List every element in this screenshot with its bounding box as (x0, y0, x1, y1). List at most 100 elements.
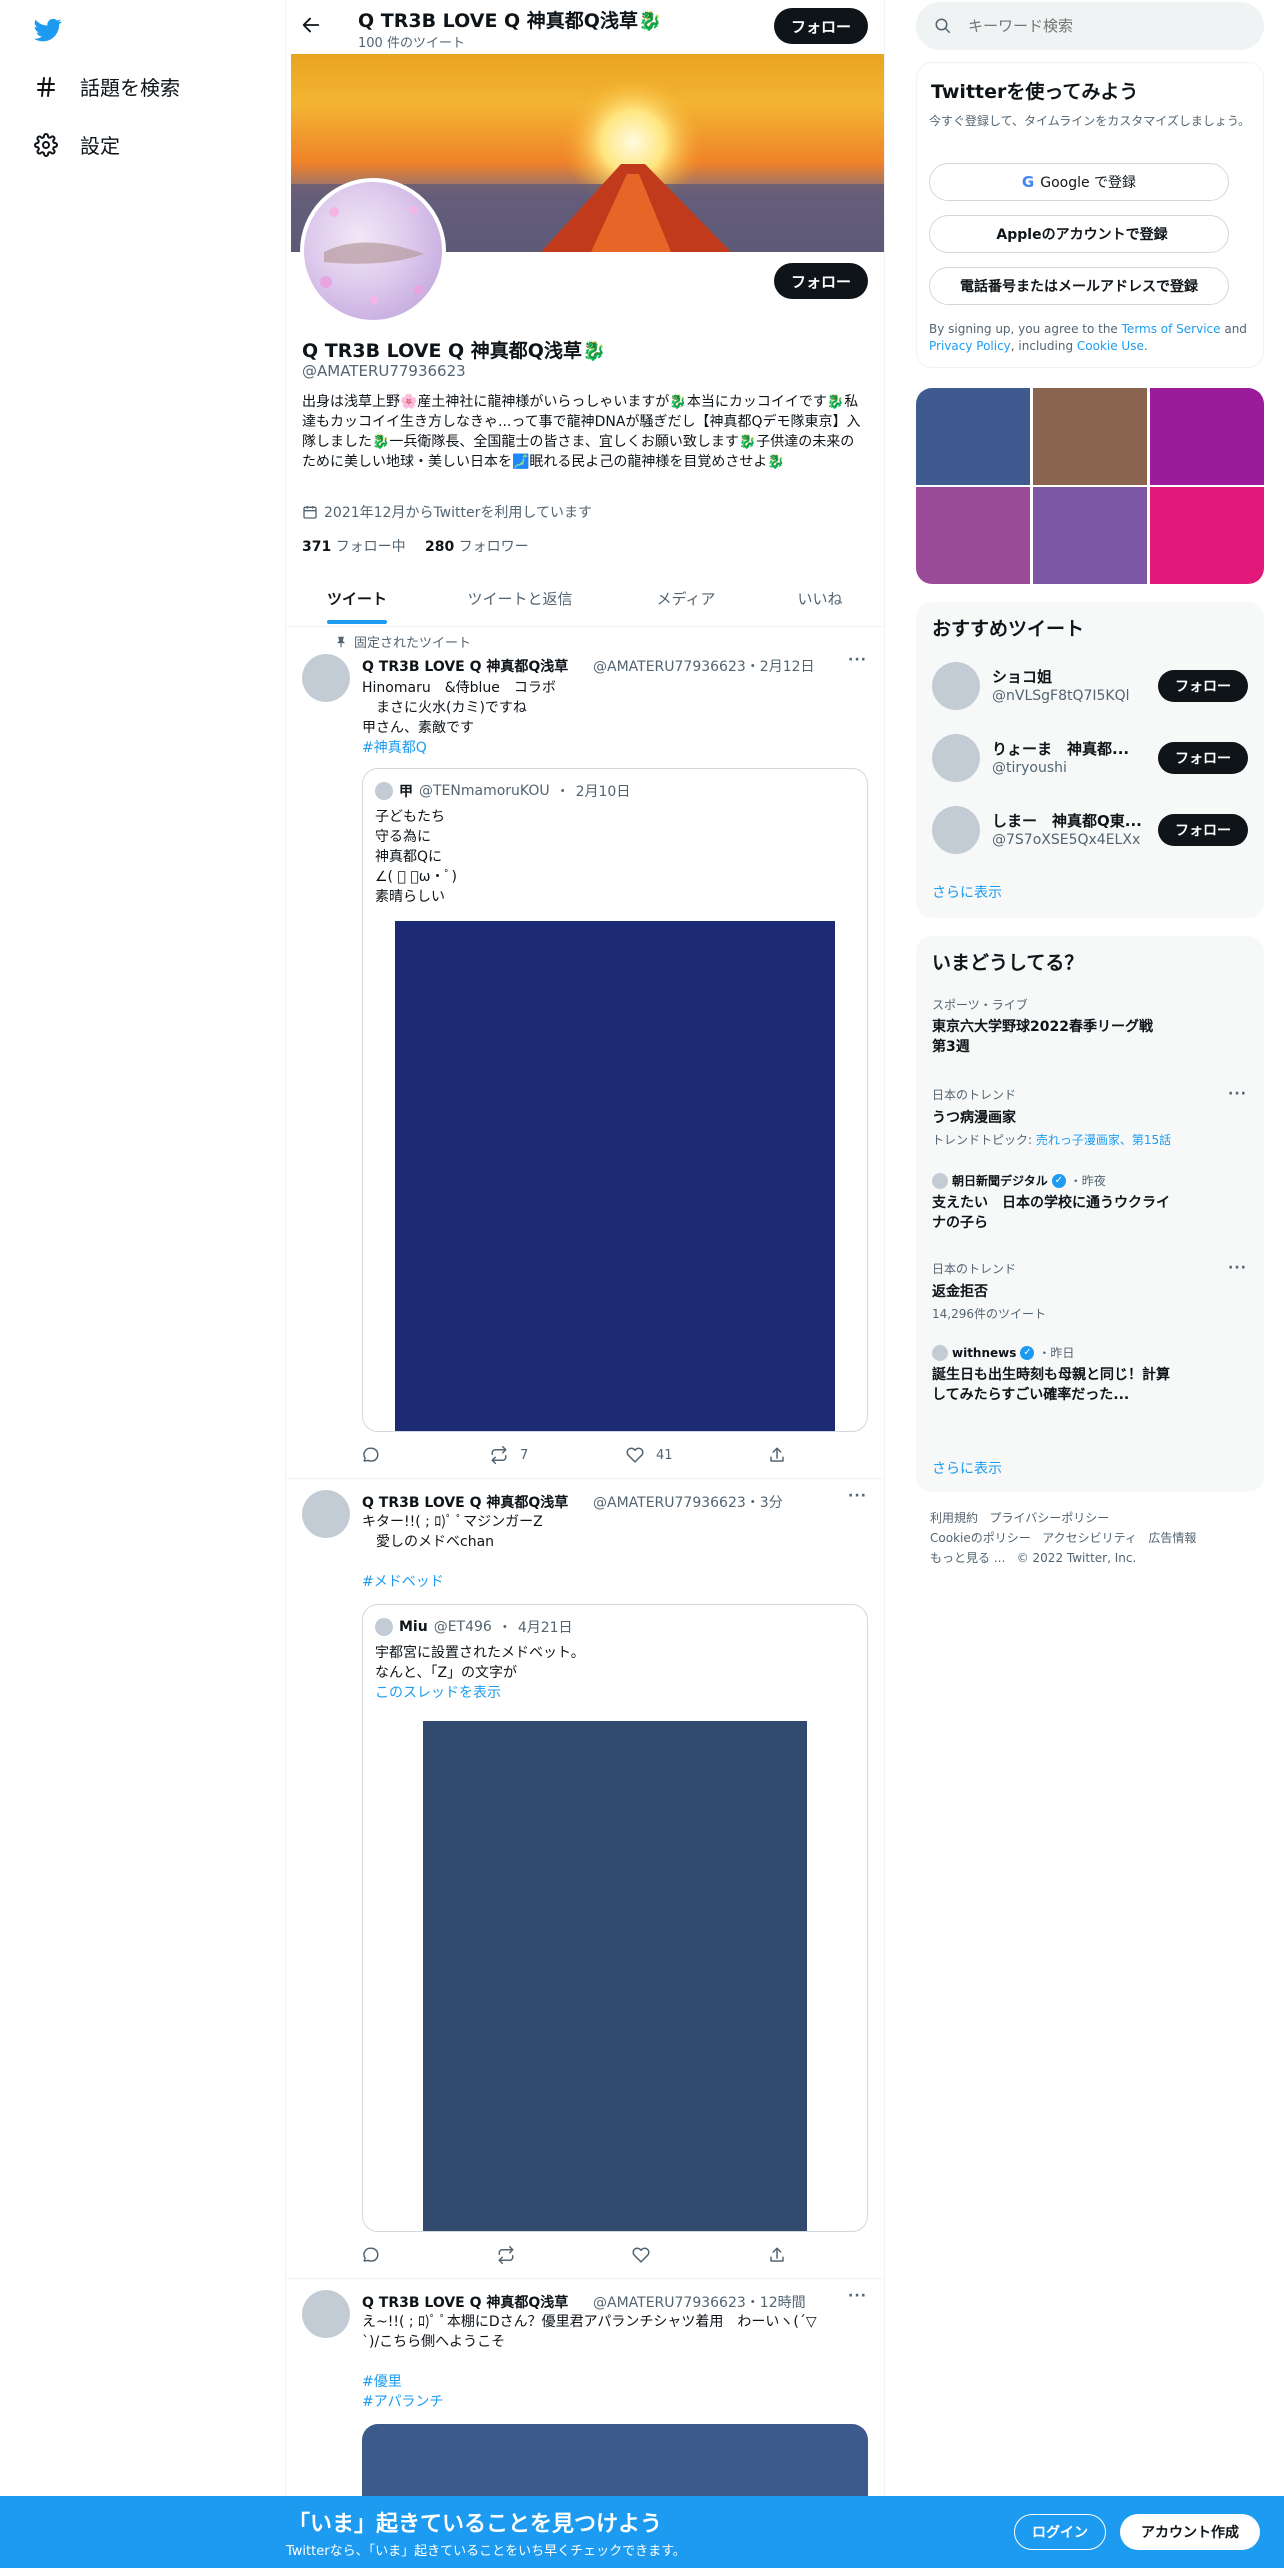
tweet-author-name[interactable]: Q TR3B LOVE Q 神真都Q浅草 (362, 2292, 568, 2312)
user-handle: @7S7oXSE5Qx4ELXx (992, 832, 1141, 848)
tweet-handle[interactable]: @AMATERU77936623 (593, 1495, 746, 1511)
reply-button[interactable] (362, 2246, 380, 2264)
terms-link[interactable]: Terms of Service (1122, 322, 1221, 336)
user-name[interactable]: りょーま 神真都... (992, 738, 1129, 759)
profile-following[interactable]: 371 フォロー中 (302, 536, 406, 556)
nav-explore-label: 話題を検索 (80, 76, 180, 100)
nav-settings[interactable]: 設定 (34, 130, 120, 159)
trend-more-icon[interactable]: ··· (1228, 1086, 1247, 1102)
trend-item[interactable]: スポーツ・ライブ 東京六大学野球2022春季リーグ戦 第3週 (932, 996, 1242, 1057)
create-account-button[interactable]: アカウント作成 (1120, 2514, 1260, 2550)
footer-link-accessibility[interactable]: アクセシビリティ (1042, 1531, 1137, 1545)
tweet-time[interactable]: 3分 (760, 1495, 783, 1511)
tweet-divider (286, 2278, 884, 2279)
reply-button[interactable] (362, 1446, 380, 1464)
tab-media[interactable]: メディア (636, 588, 736, 609)
cookie-link[interactable]: Cookie Use (1077, 339, 1144, 353)
trends-more-link[interactable]: さらに表示 (932, 1458, 1002, 1478)
tweet-time[interactable]: 2月12日 (760, 659, 815, 675)
like-button[interactable] (632, 2246, 650, 2264)
tweet-more-icon[interactable]: ··· (848, 2288, 867, 2304)
tab-tweets[interactable]: ツイート (300, 588, 414, 609)
user-follow-button[interactable]: フォロー (1158, 742, 1248, 774)
header-tweet-count: 100 件のツイート (358, 36, 465, 51)
user-avatar[interactable] (932, 662, 980, 710)
nav-explore[interactable]: 話題を検索 (34, 72, 180, 101)
tab-tweets-replies[interactable]: ツイートと返信 (450, 588, 590, 609)
user-follow-button[interactable]: フォロー (1158, 670, 1248, 702)
footer-link-cookie[interactable]: Cookieのポリシー (930, 1531, 1031, 1545)
profile-follow-button[interactable]: フォロー (774, 263, 868, 299)
twitter-logo-icon[interactable] (32, 16, 64, 44)
tweet-time[interactable]: 12時間 (760, 2295, 806, 2311)
tweet-handle[interactable]: @AMATERU77936623 (593, 2295, 746, 2311)
trend-more-icon[interactable]: ··· (1228, 1260, 1247, 1276)
google-signup-button[interactable]: G Google で登録 (929, 163, 1229, 201)
header-profile-name: Q TR3B LOVE Q 神真都Q浅草🐉 (358, 10, 662, 32)
hashtag-link[interactable]: #メドベッド (362, 1572, 543, 1592)
retweet-button[interactable]: 7 (490, 1446, 528, 1464)
trend-item[interactable]: 日本のトレンド 返金拒否 14,296件のツイート (932, 1260, 1242, 1322)
trend-item[interactable]: 日本のトレンド うつ病漫画家 トレンドトピック: 売れっ子漫画家、第15話 (932, 1086, 1242, 1148)
hashtag-link[interactable]: #アパランチ (362, 2392, 872, 2412)
profile-avatar[interactable] (300, 178, 446, 324)
footer-link-ads[interactable]: 広告情報 (1148, 1531, 1196, 1545)
tweet-meta: @AMATERU77936623・12時間 (593, 2295, 806, 2311)
login-button[interactable]: ログイン (1014, 2514, 1106, 2550)
recommended-title: おすすめツイート (932, 618, 1085, 640)
hashtag-link[interactable]: #神真都Q (362, 738, 556, 758)
hashtag-link[interactable]: #優里 (362, 2372, 872, 2392)
tweet-avatar[interactable] (302, 654, 350, 702)
media-tile[interactable] (1150, 487, 1264, 584)
recommended-card: おすすめツイート ショコ姐 @nVLSgF8tQ7I5KQl フォロー りょーま… (916, 602, 1264, 918)
footer-link-terms[interactable]: 利用規約 (930, 1511, 978, 1525)
quote-tweet[interactable]: 甲 @TENmamoruKOU ・ 2月10日 子どもたち 守る為に 神真都Qに ∠… (362, 768, 868, 1432)
quote-tweet[interactable]: Miu @ET496 ・ 4月21日 宇都宮に設置されたメドベット。 なんと、「Z」… (362, 1604, 868, 2232)
tabs-divider (286, 626, 884, 627)
retweet-button[interactable] (497, 2246, 515, 2264)
search-box[interactable] (916, 2, 1264, 50)
quote-image[interactable] (395, 921, 835, 1431)
user-avatar[interactable] (932, 734, 980, 782)
show-thread-link[interactable]: このスレッドを表示 (375, 1683, 585, 1703)
tweet-handle[interactable]: @AMATERU77936623 (593, 659, 746, 675)
user-name[interactable]: しまー 神真都Q東... (992, 810, 1142, 831)
quote-image[interactable] (423, 1721, 807, 2231)
phone-signup-button[interactable]: 電話番号またはメールアドレスで登録 (929, 267, 1229, 305)
privacy-link[interactable]: Privacy Policy (929, 339, 1011, 353)
recommended-more-link[interactable]: さらに表示 (932, 882, 1002, 902)
media-tile[interactable] (1033, 487, 1147, 584)
footer-link-more[interactable]: もっと見る ... (930, 1551, 1005, 1565)
media-tile[interactable] (1033, 388, 1147, 485)
news-item[interactable]: 朝日新聞デジタル ✓ ・昨夜 支えたい 日本の学校に通うウクライナの子ら (932, 1172, 1172, 1233)
footer-link-privacy[interactable]: プライバシーポリシー (989, 1511, 1109, 1525)
tweet-avatar[interactable] (302, 1490, 350, 1538)
tweet-author-name[interactable]: Q TR3B LOVE Q 神真都Q浅草 (362, 1492, 568, 1512)
media-tile[interactable] (916, 487, 1030, 584)
tweet-more-icon[interactable]: ··· (848, 1488, 867, 1504)
media-tile[interactable] (916, 388, 1030, 485)
tab-likes[interactable]: いいね (770, 588, 870, 609)
media-tile[interactable] (1150, 388, 1264, 485)
back-arrow-icon[interactable] (300, 14, 324, 38)
profile-handle: @AMATERU77936623 (302, 362, 466, 380)
header-follow-button[interactable]: フォロー (774, 8, 868, 44)
apple-signup-button[interactable]: Appleのアカウントで登録 (929, 215, 1229, 253)
quote-avatar (375, 1618, 393, 1636)
share-button[interactable] (768, 1446, 786, 1464)
news-item[interactable]: withnews ✓ ・昨日 誕生日も出生時刻も母親と同じ！計算してみたらすごい… (932, 1344, 1172, 1405)
share-button[interactable] (768, 2246, 786, 2264)
share-icon (770, 1447, 784, 1462)
profile-followers[interactable]: 280 フォロワー (425, 536, 529, 556)
tweet-author-name[interactable]: Q TR3B LOVE Q 神真都Q浅草 (362, 656, 568, 676)
tweet-avatar[interactable] (302, 2290, 350, 2338)
like-button[interactable]: 41 (626, 1446, 673, 1464)
user-name[interactable]: ショコ姐 (992, 666, 1052, 687)
user-avatar[interactable] (932, 806, 980, 854)
tweet-more-icon[interactable]: ··· (848, 652, 867, 668)
signup-card: Twitterを使ってみよう 今すぐ登録して、タイムラインをカスタマイズしましょ… (916, 62, 1264, 368)
user-follow-button[interactable]: フォロー (1158, 814, 1248, 846)
banner-title: 「いま」起きていることを見つけよう (288, 2512, 663, 2537)
search-input[interactable] (968, 17, 1228, 35)
trend-topic-link[interactable]: 売れっ子漫画家、第15話 (1036, 1133, 1171, 1147)
